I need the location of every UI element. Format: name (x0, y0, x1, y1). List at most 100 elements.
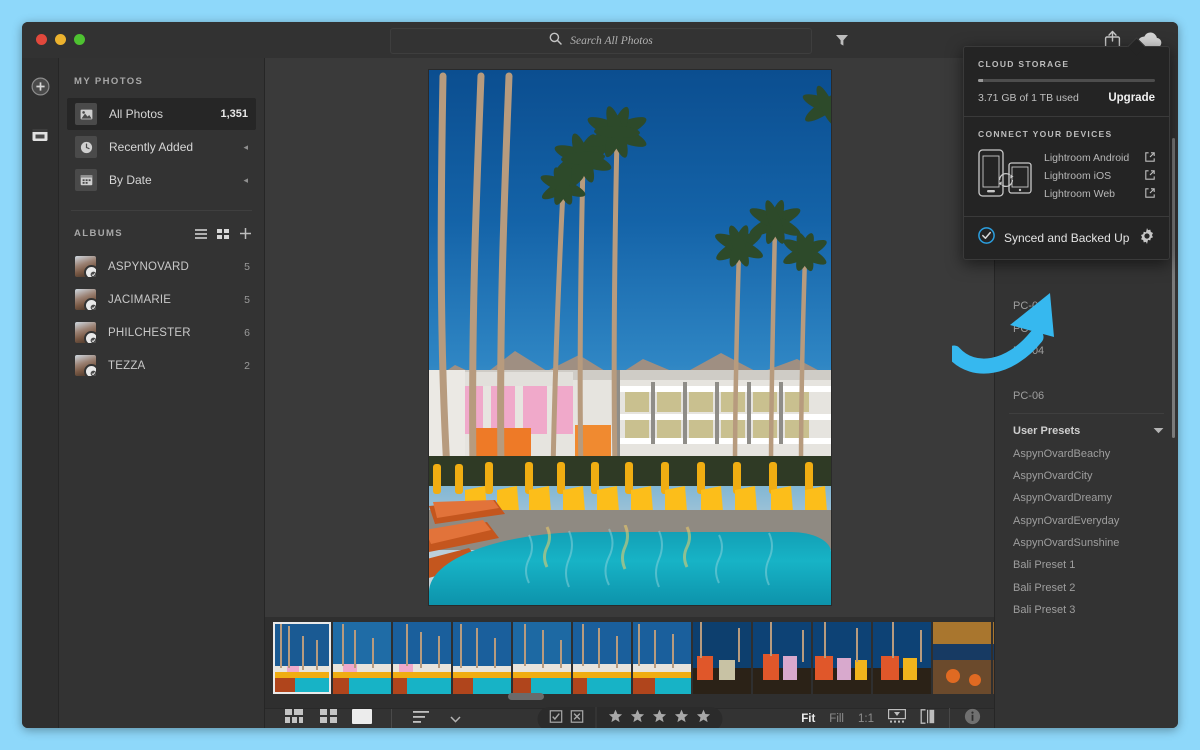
preset-item[interactable]: PC-06 (995, 385, 1178, 407)
flags-and-stars-pill (537, 706, 723, 728)
album-name: JACIMARIE (108, 293, 172, 306)
search-input-placeholder[interactable]: Search All Photos (570, 35, 652, 47)
album-row[interactable]: ASPYNOVARD 5 (59, 250, 264, 283)
device-link-web[interactable]: Lightroom Web (1044, 186, 1155, 202)
preset-item[interactable] (995, 362, 1178, 384)
device-link-label: Lightroom iOS (1044, 169, 1112, 182)
star-icon[interactable] (674, 709, 689, 728)
sync-settings-button[interactable] (1139, 227, 1155, 249)
devices-illustration-icon (978, 149, 1032, 204)
sort-button[interactable] (410, 709, 432, 728)
filmstrip[interactable] (265, 617, 995, 708)
loupe-view-button[interactable] (351, 708, 373, 728)
filmstrip-thumb[interactable] (513, 622, 571, 694)
album-count: 5 (244, 293, 250, 306)
filmstrip-thumb[interactable] (333, 622, 391, 694)
grid-view-icon[interactable] (217, 228, 229, 239)
filmstrip-toggle-button[interactable] (888, 709, 906, 728)
star-icon[interactable] (696, 709, 711, 728)
album-count: 6 (244, 326, 250, 339)
filmstrip-thumb[interactable] (273, 622, 331, 694)
sort-lines-icon (413, 710, 429, 728)
presets-scrollbar[interactable] (1172, 138, 1175, 438)
main-area: Fit Fill 1:1 (265, 58, 995, 728)
main-photo[interactable] (429, 70, 831, 605)
sidebar-item-by-date[interactable]: By Date ◂ (67, 164, 256, 196)
search-bar[interactable]: Search All Photos (390, 28, 812, 54)
album-name: PHILCHESTER (108, 326, 191, 339)
zoom-window-button[interactable] (74, 34, 85, 45)
synced-check-icon (90, 370, 96, 376)
photo-stage (265, 58, 995, 617)
preset-item[interactable]: AspynOvardEveryday (995, 510, 1178, 532)
presets-divider (1009, 412, 1164, 414)
toolbar-divider (949, 707, 950, 728)
cloud-storage-popover: CLOUD STORAGE 3.71 GB of 1 TB used Upgra… (963, 37, 1170, 260)
chevron-left-icon[interactable]: ◂ (243, 175, 248, 186)
before-after-button[interactable] (920, 708, 935, 729)
album-row[interactable]: PHILCHESTER 6 (59, 316, 264, 349)
star-icon[interactable] (608, 709, 623, 728)
star-rating[interactable] (597, 709, 723, 728)
zoom-1to1-button[interactable]: 1:1 (858, 713, 874, 725)
filmstrip-thumb[interactable] (753, 622, 811, 694)
preset-item[interactable]: PC-03 (995, 317, 1178, 339)
user-presets-label: User Presets (1013, 425, 1081, 438)
filmstrip-scroll-thumb[interactable] (508, 693, 544, 700)
star-icon[interactable] (652, 709, 667, 728)
flag-pick-button[interactable] (549, 709, 563, 728)
filmstrip-scrollbar[interactable] (265, 693, 995, 702)
synced-check-icon (90, 304, 96, 310)
filmstrip-thumb[interactable] (393, 622, 451, 694)
sidebar-item-recently-added[interactable]: Recently Added ◂ (67, 131, 256, 163)
filmstrip-thumb[interactable] (633, 622, 691, 694)
preset-item[interactable]: PC-02 (995, 295, 1178, 317)
close-window-button[interactable] (36, 34, 47, 45)
user-presets-header[interactable]: User Presets (995, 420, 1178, 442)
list-view-icon[interactable] (195, 228, 207, 239)
sidebar-item-all-photos[interactable]: All Photos 1,351 (67, 98, 256, 130)
filmstrip-thumb[interactable] (933, 622, 991, 694)
preset-item[interactable]: AspynOvardCity (995, 465, 1178, 487)
album-thumbnail (75, 256, 96, 277)
filmstrip-thumb[interactable] (873, 622, 931, 694)
preset-item[interactable]: PC-04 (995, 340, 1178, 362)
square-grid-view-button[interactable] (317, 709, 339, 728)
filmstrip-thumb[interactable] (453, 622, 511, 694)
detail-grid-view-button[interactable] (283, 709, 305, 728)
import-button[interactable] (22, 120, 58, 154)
device-link-android[interactable]: Lightroom Android (1044, 150, 1155, 166)
add-photos-button[interactable] (22, 72, 58, 106)
filmstrip-thumb[interactable] (573, 622, 631, 694)
flag-reject-button[interactable] (570, 709, 584, 728)
preset-item[interactable]: Bali Preset 1 (995, 554, 1178, 576)
preset-item[interactable]: AspynOvardDreamy (995, 487, 1178, 509)
upgrade-button[interactable]: Upgrade (1108, 92, 1155, 104)
filmstrip-thumb[interactable] (813, 622, 871, 694)
filter-button[interactable] (835, 33, 849, 52)
preset-item[interactable]: Bali Preset 3 (995, 599, 1178, 621)
filmstrip-thumb[interactable] (693, 622, 751, 694)
sidebar-item-label: By Date (109, 173, 152, 187)
album-row[interactable]: JACIMARIE 5 (59, 283, 264, 316)
sidebar-item-label: All Photos (109, 107, 164, 121)
info-button[interactable] (964, 708, 981, 729)
preset-item[interactable]: AspynOvardSunshine (995, 532, 1178, 554)
zoom-fill-button[interactable]: Fill (829, 713, 844, 725)
device-link-label: Lightroom Android (1044, 151, 1130, 164)
add-album-button[interactable] (239, 227, 252, 240)
external-link-icon (1145, 149, 1155, 167)
zoom-fit-button[interactable]: Fit (801, 713, 815, 725)
album-row[interactable]: TEZZA 2 (59, 349, 264, 382)
info-icon (964, 708, 981, 729)
minimize-window-button[interactable] (55, 34, 66, 45)
square-grid-icon (319, 709, 337, 728)
preset-item[interactable]: AspynOvardBeachy (995, 442, 1178, 464)
sort-dropdown-button[interactable] (444, 709, 466, 728)
plus-circle-icon (31, 77, 50, 101)
star-icon[interactable] (630, 709, 645, 728)
preset-item[interactable]: Bali Preset 2 (995, 577, 1178, 599)
chevron-left-icon[interactable]: ◂ (243, 142, 248, 153)
chevron-down-icon[interactable] (1153, 425, 1164, 437)
device-link-ios[interactable]: Lightroom iOS (1044, 168, 1155, 184)
